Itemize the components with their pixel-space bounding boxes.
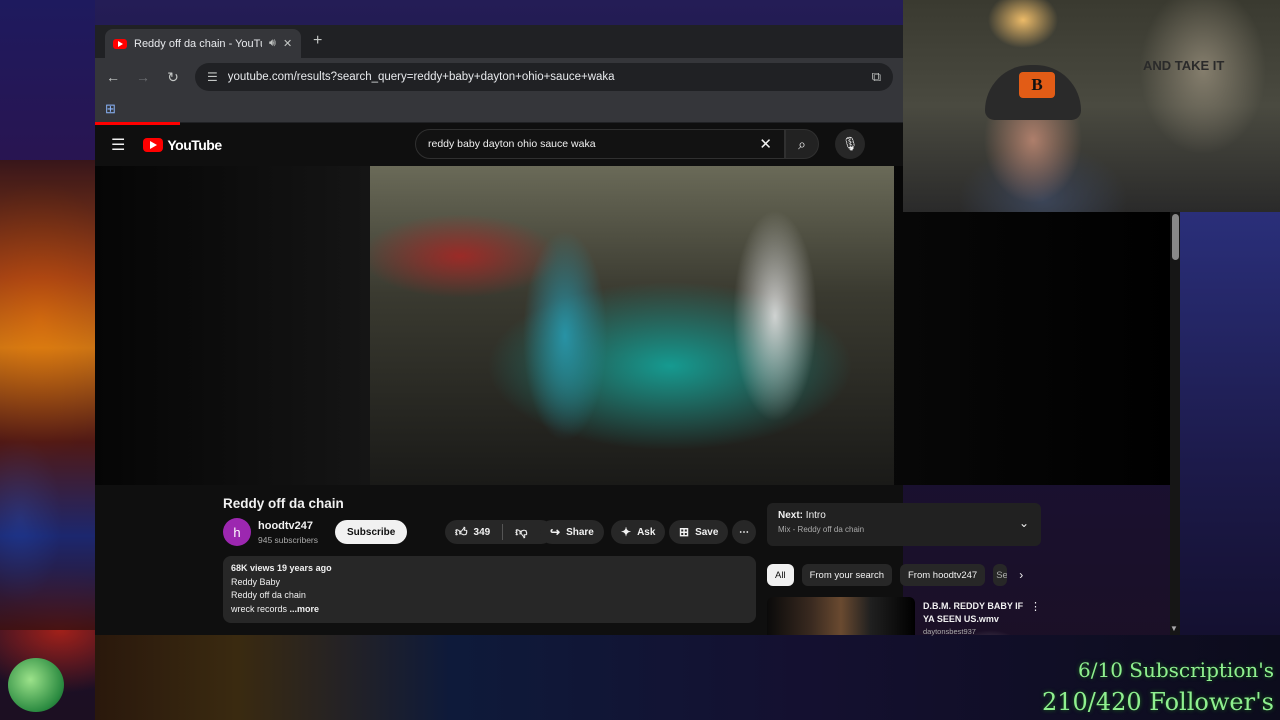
room-background-right bbox=[1180, 212, 1280, 635]
flag-text: AND TAKE IT bbox=[1143, 58, 1225, 73]
chip-from-your-search[interactable]: From your search bbox=[801, 564, 892, 586]
view-count-date: 68K views 19 years ago bbox=[231, 563, 332, 573]
voice-search-button[interactable]: 🎙︎ bbox=[835, 129, 865, 159]
youtube-header: ☰ YouTube reddy baby dayton ohio sauce w… bbox=[95, 123, 903, 166]
url-text[interactable]: youtube.com/results?search_query=reddy+b… bbox=[228, 71, 862, 83]
description-line: Reddy Baby bbox=[231, 576, 281, 587]
more-horizontal-icon: ⋯ bbox=[739, 526, 749, 538]
youtube-favicon-icon bbox=[113, 38, 127, 49]
video-title: Reddy off da chain bbox=[223, 496, 344, 511]
like-divider bbox=[502, 524, 504, 540]
bookmarks-bar: ⊞ bbox=[95, 96, 903, 123]
like-count[interactable]: 349 bbox=[474, 527, 491, 538]
sparkle-icon: ✦ bbox=[621, 525, 632, 539]
description-line: wreck records bbox=[231, 603, 288, 614]
recommendation-title[interactable]: D.B.M. REDDY BABY IF YA SEEN US.wmv bbox=[923, 600, 1028, 626]
site-info-icon[interactable]: ☰ bbox=[207, 70, 218, 84]
channel-subscriber-count: 945 subscribers bbox=[258, 535, 319, 545]
more-actions-button[interactable]: ⋯ bbox=[732, 520, 756, 544]
recommendation-thumbnail[interactable] bbox=[767, 597, 915, 635]
microphone-icon: 🎙︎ bbox=[841, 136, 859, 151]
browser-tab[interactable]: Reddy off da chain - YouTube 🔊︎ ✕ bbox=[105, 29, 301, 58]
description-box[interactable]: 68K views 19 years ago Reddy Baby Reddy … bbox=[223, 556, 756, 623]
scrollbar-track[interactable] bbox=[1170, 212, 1180, 635]
subscription-goal: 6/10 Subscription's bbox=[1078, 658, 1274, 682]
channel-name[interactable]: hoodtv247 bbox=[258, 520, 313, 532]
follower-goal: 210/420 Follower's bbox=[1041, 688, 1274, 716]
share-arrow-icon: ↪ bbox=[550, 525, 561, 539]
chevron-right-icon[interactable]: › bbox=[1019, 568, 1023, 582]
chevron-down-icon[interactable]: ⌄ bbox=[1019, 516, 1029, 530]
back-icon[interactable]: ← bbox=[105, 69, 121, 85]
close-tab-icon[interactable]: ✕ bbox=[283, 37, 292, 50]
share-label: Share bbox=[566, 526, 594, 538]
new-tab-icon[interactable]: + bbox=[313, 32, 322, 50]
youtube-play-logo-icon bbox=[143, 137, 164, 152]
filter-chips: All From your search From hoodtv247 Se › bbox=[767, 564, 1023, 586]
search-query-text[interactable]: reddy baby dayton ohio sauce waka bbox=[428, 138, 759, 150]
more-vertical-icon[interactable]: ⋮ bbox=[1030, 600, 1041, 613]
cap-logo: B bbox=[1019, 72, 1055, 98]
description-line: Reddy off da chain bbox=[231, 590, 306, 600]
chip-partial[interactable]: Se bbox=[993, 564, 1008, 586]
tab-strip: Reddy off da chain - YouTube 🔊︎ ✕ + bbox=[95, 25, 903, 58]
chip-from-channel[interactable]: From hoodtv247 bbox=[900, 564, 986, 586]
hamburger-menu-icon[interactable]: ☰ bbox=[111, 135, 125, 155]
subscribe-button[interactable]: Subscribe bbox=[335, 520, 408, 544]
forward-icon[interactable]: → bbox=[135, 69, 151, 85]
save-label: Save bbox=[695, 526, 719, 538]
ask-label: Ask bbox=[637, 526, 656, 538]
background-corner bbox=[0, 0, 95, 180]
youtube-logo[interactable]: YouTube bbox=[143, 136, 222, 153]
share-button[interactable]: ↪ Share bbox=[540, 520, 604, 544]
up-next-title: Next: Intro bbox=[778, 510, 826, 521]
thumbs-down-icon[interactable]: 👎︎ bbox=[515, 525, 527, 540]
channel-avatar[interactable]: h bbox=[223, 518, 251, 546]
show-more-link[interactable]: ...more bbox=[290, 604, 320, 614]
address-bar[interactable]: ☰ youtube.com/results?search_query=reddy… bbox=[195, 63, 893, 91]
search-icon: ⌕ bbox=[798, 135, 806, 152]
search-button[interactable]: ⌕ bbox=[785, 129, 819, 159]
ask-button[interactable]: ✦ Ask bbox=[611, 520, 666, 544]
reload-icon[interactable]: ↻ bbox=[165, 69, 181, 86]
browser-toolbar: ← → ↻ ☰ youtube.com/results?search_query… bbox=[95, 58, 903, 96]
thumbs-up-icon[interactable]: 👍︎ bbox=[455, 525, 468, 540]
apps-grid-icon[interactable]: ⊞ bbox=[105, 101, 116, 117]
scrollbar-thumb[interactable] bbox=[1172, 214, 1179, 260]
like-dislike-group: 👍︎ 349 👎︎ bbox=[445, 520, 553, 544]
up-next-panel[interactable]: Next: Intro Mix - Reddy off da chain ⌄ bbox=[767, 503, 1041, 546]
clear-search-icon[interactable]: ✕ bbox=[759, 135, 772, 153]
scroll-down-arrow-icon[interactable]: ▼ bbox=[1170, 624, 1178, 633]
bookmark-icon: ⊞ bbox=[679, 525, 690, 539]
video-frame[interactable] bbox=[370, 166, 894, 485]
install-app-icon[interactable]: ⧉ bbox=[872, 69, 881, 85]
search-input[interactable]: reddy baby dayton ohio sauce waka ✕ bbox=[415, 129, 785, 159]
recommendation-channel[interactable]: daytonsbest937 bbox=[923, 627, 976, 636]
up-next-subtitle: Mix - Reddy off da chain bbox=[778, 525, 865, 534]
save-button[interactable]: ⊞ Save bbox=[669, 520, 729, 544]
webcam-overlay: B AND TAKE IT bbox=[903, 0, 1280, 212]
stream-goal-counter: 6/10 Subscription's 210/420 Follower's bbox=[1042, 654, 1274, 718]
tab-title: Reddy off da chain - YouTube bbox=[134, 37, 262, 50]
overlay-emblem-icon bbox=[8, 658, 64, 712]
neon-sign-background bbox=[0, 160, 95, 630]
chip-all[interactable]: All bbox=[767, 564, 794, 586]
speaker-icon[interactable]: 🔊︎ bbox=[269, 37, 276, 50]
video-player[interactable] bbox=[95, 166, 1180, 485]
youtube-logo-text: YouTube bbox=[167, 136, 222, 153]
